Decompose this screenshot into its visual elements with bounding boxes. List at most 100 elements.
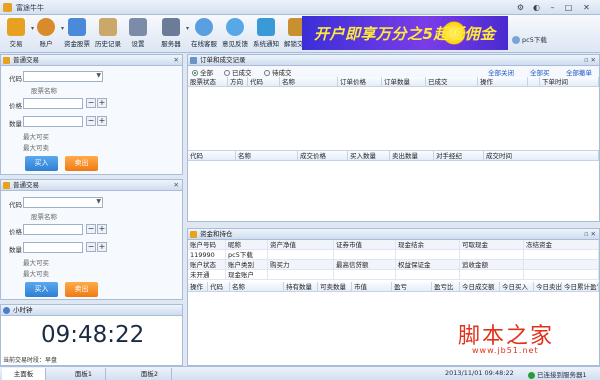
- column-header[interactable]: 成交时间: [484, 151, 599, 161]
- toolbar-server[interactable]: 服务器 ▾: [157, 17, 189, 51]
- sell-button[interactable]: 卖出: [65, 282, 98, 297]
- summary-cell: 资产净值: [268, 240, 334, 250]
- qty-input[interactable]: [23, 116, 83, 127]
- chevron-down-icon[interactable]: ▼: [96, 72, 101, 79]
- column-header[interactable]: 代码: [208, 282, 230, 292]
- qty-plus-button[interactable]: +: [97, 116, 107, 126]
- code-input[interactable]: ▼: [23, 197, 103, 208]
- status-bar: 主面板 面板1 面板2 2013/11/01 09:48:22 已连接到服务器1: [0, 366, 600, 380]
- toolbar-account[interactable]: 账户 ▾: [32, 17, 64, 51]
- orders-header: 订单和成交记录 ▫ ✕: [188, 55, 599, 66]
- column-header[interactable]: 下单时间: [540, 77, 599, 87]
- column-header[interactable]: 订单价格: [338, 77, 382, 87]
- column-header[interactable]: 代码: [188, 151, 236, 161]
- window-controls[interactable]: ▫ ✕: [584, 229, 596, 240]
- column-header[interactable]: 代码: [248, 77, 280, 87]
- minimize-button[interactable]: –: [546, 2, 559, 13]
- toolbar-funds[interactable]: 资金股票: [63, 17, 91, 51]
- nickname: pc5下载: [226, 250, 268, 260]
- cancel-all-link[interactable]: 全部撤单: [566, 67, 592, 77]
- code-input[interactable]: ▼: [23, 71, 103, 82]
- price-plus-button[interactable]: +: [97, 224, 107, 234]
- positions-table-header: 操作 代码 名称 持有数量 可卖数量 市值 盈亏 盈亏比 今日成交额 今日买入 …: [188, 282, 599, 292]
- column-header[interactable]: 今日累计盈亏: [562, 282, 599, 292]
- column-header[interactable]: 今日卖出: [534, 282, 562, 292]
- column-header[interactable]: [528, 77, 540, 87]
- price-plus-button[interactable]: +: [97, 98, 107, 108]
- column-header[interactable]: 操作: [478, 77, 528, 87]
- summary-cell: 可取现金: [460, 240, 524, 250]
- toolbar-feedback[interactable]: 意见反馈: [221, 17, 249, 51]
- window-controls[interactable]: ▫ ✕: [584, 55, 596, 66]
- toolbar-notice[interactable]: 系统通知: [252, 17, 280, 51]
- column-header[interactable]: 市值: [352, 282, 392, 292]
- column-header[interactable]: 方向: [228, 77, 248, 87]
- column-header[interactable]: 名称: [280, 77, 338, 87]
- close-all-link[interactable]: 全部关闭: [488, 67, 514, 77]
- promo-banner[interactable]: 开户即享万分之5超低佣金: [302, 16, 508, 50]
- user-info[interactable]: pc5下载: [512, 34, 596, 46]
- qty-minus-button[interactable]: −: [86, 116, 96, 126]
- toolbar-history[interactable]: 历史记录: [94, 17, 122, 51]
- order-panel-2: 普通交易 ✕ 代码 ▼ 股票名称 价格 − + 数量 − + 最大可买 最大可卖 …: [0, 179, 183, 300]
- column-header[interactable]: 操作: [188, 282, 208, 292]
- toolbar-service[interactable]: 在线客服: [190, 17, 218, 51]
- summary-cell: 账户号码: [188, 240, 226, 250]
- chevron-down-icon[interactable]: ▼: [96, 198, 101, 205]
- tab-main-panel[interactable]: 主面板: [2, 368, 46, 380]
- summary-cell: 账户状态: [188, 260, 226, 270]
- column-header[interactable]: 盈亏比: [432, 282, 460, 292]
- price-input[interactable]: [23, 98, 83, 109]
- buy-all-link[interactable]: 全部买: [530, 67, 550, 77]
- qty-input[interactable]: [23, 242, 83, 253]
- qty-label: 数量: [9, 246, 22, 254]
- column-header[interactable]: 买入数量: [348, 151, 390, 161]
- radio-icon: [224, 70, 230, 76]
- summary-cell: 最高信贷额: [334, 260, 396, 270]
- skin-icon[interactable]: ◐: [530, 2, 543, 13]
- close-icon[interactable]: ✕: [174, 180, 179, 191]
- price-input[interactable]: [23, 224, 83, 235]
- column-header[interactable]: 股票状态: [188, 77, 228, 87]
- settings-icon: [129, 18, 147, 36]
- column-header[interactable]: 卖出数量: [390, 151, 434, 161]
- qty-plus-button[interactable]: +: [97, 242, 107, 252]
- maximize-button[interactable]: □: [562, 2, 575, 13]
- qty-minus-button[interactable]: −: [86, 242, 96, 252]
- banner-text: 开户即享万分之5超低佣金: [314, 25, 496, 43]
- stock-name-label: 股票名称: [31, 213, 57, 221]
- toolbar-settings[interactable]: 设置: [124, 17, 152, 51]
- tab-panel-2[interactable]: 面板2: [128, 368, 172, 380]
- filter-filled[interactable]: 已成交: [224, 67, 252, 77]
- stock-name-label: 股票名称: [31, 87, 57, 95]
- close-icon[interactable]: ✕: [174, 55, 179, 66]
- buy-button[interactable]: 买入: [25, 156, 58, 171]
- max-buy-label: 最大可买: [23, 133, 49, 141]
- funds-header: 资金和持仓 ▫ ✕: [188, 229, 599, 240]
- filter-all[interactable]: 全部: [192, 67, 213, 77]
- column-header[interactable]: 名称: [236, 151, 298, 161]
- column-header[interactable]: 成交价格: [298, 151, 348, 161]
- column-header[interactable]: 今日买入: [500, 282, 534, 292]
- clock-time: 09:48:22: [41, 322, 145, 348]
- summary-cell: 账户类别: [226, 260, 268, 270]
- column-header[interactable]: 订单数量: [382, 77, 426, 87]
- code-label: 代码: [9, 75, 22, 83]
- tab-panel-1[interactable]: 面板1: [62, 368, 106, 380]
- column-header[interactable]: 对手经纪: [434, 151, 484, 161]
- sell-button[interactable]: 卖出: [65, 156, 98, 171]
- buy-button[interactable]: 买入: [25, 282, 58, 297]
- column-header[interactable]: 盈亏: [392, 282, 432, 292]
- toolbar-trade[interactable]: 交易 ▾: [2, 17, 34, 51]
- price-minus-button[interactable]: −: [86, 224, 96, 234]
- column-header[interactable]: 已成交: [426, 77, 478, 87]
- price-minus-button[interactable]: −: [86, 98, 96, 108]
- filter-pending[interactable]: 待成交: [264, 67, 292, 77]
- summary-cell: [396, 270, 460, 280]
- close-button[interactable]: ✕: [580, 2, 593, 13]
- column-header[interactable]: 今日成交额: [460, 282, 500, 292]
- column-header[interactable]: 名称: [230, 282, 284, 292]
- settings-icon[interactable]: ⚙: [514, 2, 527, 13]
- column-header[interactable]: 持有数量: [284, 282, 318, 292]
- column-header[interactable]: 可卖数量: [318, 282, 352, 292]
